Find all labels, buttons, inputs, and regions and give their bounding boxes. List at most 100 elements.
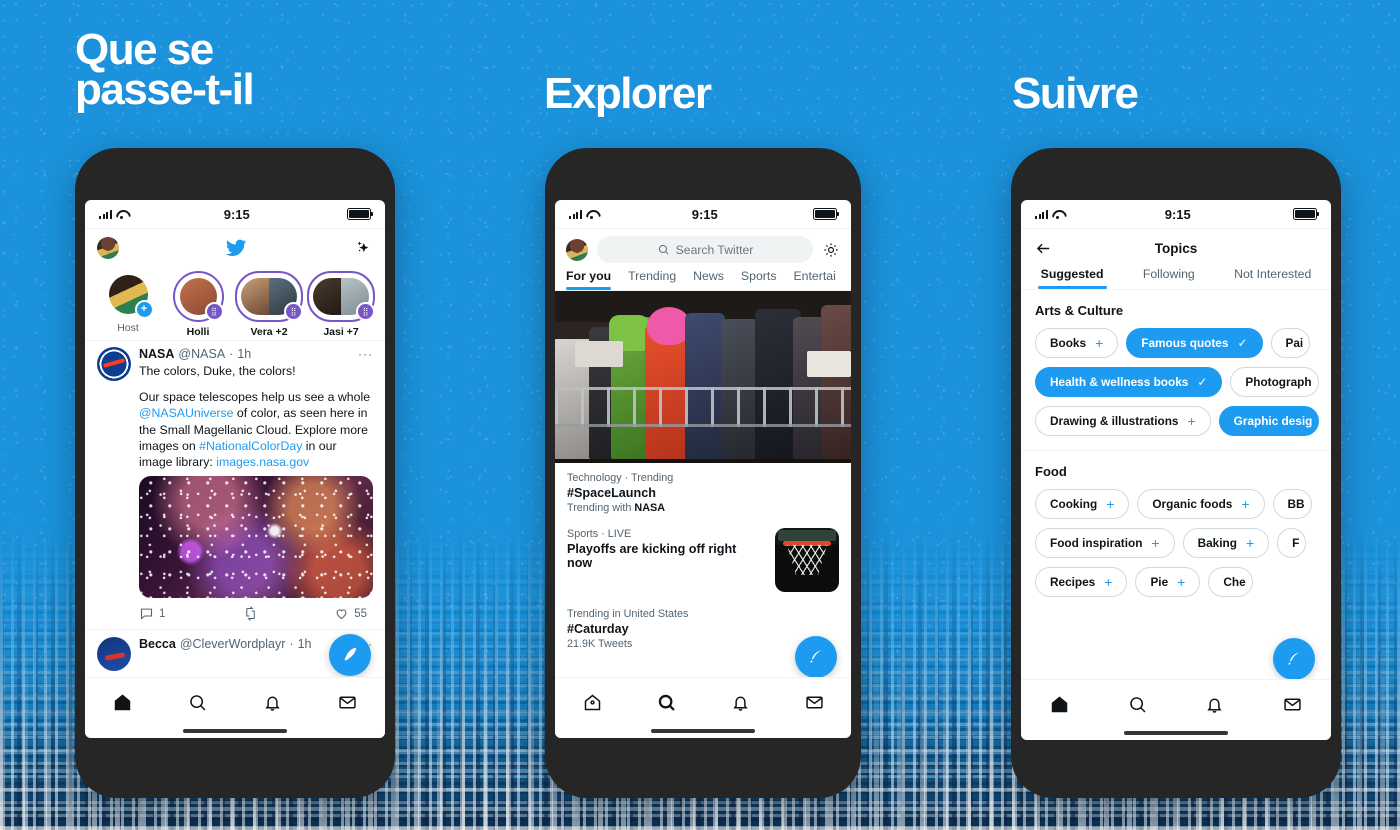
chip-label: BB	[1287, 497, 1305, 511]
chip-sign: +	[1151, 535, 1160, 551]
topic-chip-baking[interactable]: Baking +	[1182, 528, 1270, 558]
home-icon	[584, 694, 600, 711]
topic-chip-famous-quotes[interactable]: Famous quotes ✓	[1126, 328, 1263, 358]
avatar[interactable]	[566, 238, 588, 261]
sparkles-icon[interactable]	[353, 238, 373, 258]
like-button[interactable]: 55	[291, 606, 373, 621]
fleet-item[interactable]: + Host	[95, 271, 161, 334]
topic-chip-books[interactable]: Books +	[1035, 328, 1119, 358]
chip-sign: ✓	[1197, 375, 1208, 389]
topic-chip-organic-foods[interactable]: Organic foods +	[1137, 489, 1265, 519]
nav-home-button[interactable]	[112, 692, 133, 716]
topic-chip-food-inspiration[interactable]: Food inspiration +	[1035, 528, 1175, 558]
home-indicator	[183, 729, 287, 733]
topic-chip-painting-truncated[interactable]: Pai	[1270, 328, 1311, 358]
nav-messages-button[interactable]	[804, 692, 825, 716]
compose-feather-icon	[343, 647, 357, 662]
tab-news[interactable]: News	[693, 269, 724, 290]
topic-chip-pie[interactable]: Pie +	[1135, 567, 1201, 597]
nav-home-button[interactable]	[1049, 694, 1070, 718]
tab-sports[interactable]: Sports	[741, 269, 777, 290]
fleet-item[interactable]: ⣿ Jasi +7	[307, 271, 375, 338]
tweet-url-link[interactable]: images.nasa.gov	[216, 455, 309, 469]
nav-search-button[interactable]	[656, 692, 677, 716]
bell-icon	[732, 696, 748, 711]
tab-entertainment[interactable]: Entertai	[793, 269, 835, 290]
heart-icon	[336, 609, 347, 620]
nav-search-button[interactable]	[1127, 694, 1148, 718]
topic-chip-cooking[interactable]: Cooking +	[1035, 489, 1130, 519]
trend-category: Technology · Trending	[567, 472, 674, 484]
fleet-name: Vera +2	[250, 326, 288, 338]
explore-hero-image[interactable]	[555, 291, 851, 463]
avatar[interactable]	[97, 237, 119, 259]
phone1-screen: 9:15 + Host ⣿ Holli ⣿ Vera +2 ⣿ Jasi +7 …	[85, 200, 385, 738]
stars-overlay	[139, 476, 373, 599]
search-input[interactable]: Search Twitter	[597, 236, 813, 263]
compose-tweet-button[interactable]	[795, 636, 837, 678]
reply-button[interactable]: 1	[139, 606, 215, 621]
nav-notifications-button[interactable]	[1204, 694, 1225, 718]
spaces-badge-icon[interactable]: ⣿	[356, 302, 375, 321]
add-fleet-badge[interactable]: +	[134, 300, 154, 319]
tab-following[interactable]: Following	[1143, 267, 1195, 289]
avatar[interactable]	[97, 637, 131, 672]
nav-search-button[interactable]	[187, 692, 208, 716]
tweet-actions: 1 55	[139, 604, 373, 629]
chip-sign: ✓	[1237, 336, 1248, 350]
battery-icon	[347, 208, 373, 220]
tweet-author-name: Becca	[139, 637, 176, 652]
tweet-nasa[interactable]: NASA @NASA · 1h ··· The colors, Duke, th…	[85, 340, 385, 629]
trend-title: #SpaceLaunch	[567, 486, 656, 500]
nav-messages-button[interactable]	[337, 692, 358, 716]
tab-not-interested[interactable]: Not Interested	[1234, 267, 1311, 289]
fleet-item[interactable]: ⣿ Holli	[165, 271, 231, 338]
avatar[interactable]	[97, 347, 131, 381]
tweet-more-options-icon[interactable]: ···	[358, 347, 373, 361]
tweet-hashtag-link[interactable]: #NationalColorDay	[199, 439, 302, 453]
chip-label: Organic foods	[1152, 497, 1233, 511]
topic-chip-group-food: Cooking + Organic foods + BB Food inspirat…	[1021, 481, 1331, 603]
envelope-icon	[339, 696, 356, 709]
settings-button[interactable]	[822, 241, 840, 259]
bottom-navigation	[555, 677, 851, 738]
spaces-badge-icon[interactable]: ⣿	[204, 302, 224, 321]
nav-notifications-button[interactable]	[730, 692, 751, 716]
compose-tweet-button[interactable]	[329, 634, 371, 676]
tab-trending[interactable]: Trending	[628, 269, 676, 290]
trend-item[interactable]: Technology · Trending #SpaceLaunch Trend…	[555, 463, 851, 514]
topic-chip-photography-truncated[interactable]: Photograph	[1230, 367, 1319, 397]
wifi-icon	[586, 210, 597, 219]
trend-thumbnail-basketball[interactable]	[775, 528, 839, 592]
tweet-image-nebula[interactable]	[139, 476, 373, 599]
chip-label: Books	[1050, 336, 1087, 350]
nav-messages-button[interactable]	[1282, 694, 1303, 718]
topic-chip-bbq-truncated[interactable]: BB	[1272, 489, 1312, 519]
tab-for-you[interactable]: For you	[566, 269, 612, 290]
search-icon	[658, 694, 675, 711]
chip-sign: +	[1187, 413, 1196, 429]
topic-chip-health-wellness-books[interactable]: Health & wellness books ✓	[1035, 367, 1223, 397]
fleet-item[interactable]: ⣿ Vera +2	[235, 271, 303, 338]
search-icon	[1129, 697, 1146, 713]
tweet-timestamp: 1h	[297, 637, 312, 652]
trend-item[interactable]: Sports · LIVE Playoffs are kicking off r…	[555, 514, 851, 592]
tweet-mention-link[interactable]: @NASAUniverse	[139, 406, 234, 420]
spaces-badge-icon[interactable]: ⣿	[284, 302, 303, 321]
twitter-bird-logo	[225, 239, 247, 256]
tweet-body-start: Our space telescopes help us see a whole	[139, 390, 371, 405]
topic-chip-drawing-illustrations[interactable]: Drawing & illustrations +	[1035, 406, 1211, 436]
topic-chip-graphic-design-truncated[interactable]: Graphic desig	[1218, 406, 1320, 436]
topic-chip-food-truncated[interactable]: F	[1277, 528, 1307, 558]
cellular-signal-icon	[569, 209, 582, 219]
nav-home-button[interactable]	[582, 692, 603, 716]
compose-tweet-button[interactable]	[1273, 638, 1315, 680]
search-placeholder: Search Twitter	[675, 242, 754, 257]
barricade	[555, 387, 851, 427]
tab-suggested[interactable]: Suggested	[1037, 267, 1107, 289]
topic-chip-recipes[interactable]: Recipes +	[1035, 567, 1128, 597]
nav-notifications-button[interactable]	[262, 692, 283, 716]
retweet-button[interactable]	[215, 606, 291, 622]
topic-chip-cheese-truncated[interactable]: Che	[1208, 567, 1253, 597]
chip-sign: +	[1095, 335, 1104, 351]
